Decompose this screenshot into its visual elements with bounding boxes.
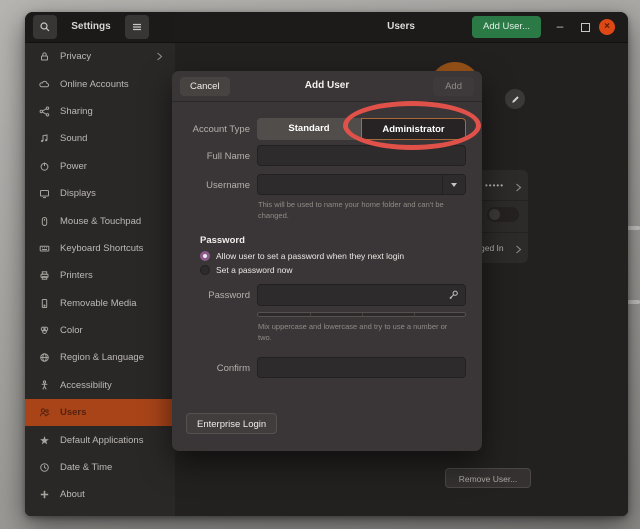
sidebar-item-displays[interactable]: Displays	[25, 180, 175, 207]
hamburger-icon	[131, 21, 143, 33]
sidebar-item-mouse-touchpad[interactable]: Mouse & Touchpad	[25, 207, 175, 234]
username-label: Username	[180, 180, 250, 191]
power-icon	[38, 160, 50, 172]
lock-icon	[38, 51, 50, 63]
sidebar-item-online-accounts[interactable]: Online Accounts	[25, 70, 175, 97]
password-hint-text: Mix uppercase and lowercase and try to u…	[258, 322, 460, 343]
add-user-button[interactable]: Add User...	[472, 16, 541, 38]
automatic-login-toggle[interactable]	[487, 207, 519, 222]
color-icon	[38, 325, 50, 337]
minimize-button[interactable]: –	[552, 12, 568, 42]
add-user-dialog: Cancel Add User Add Account Type Standar…	[172, 71, 482, 451]
sidebar-item-users[interactable]: Users	[25, 399, 175, 426]
cloud-icon	[38, 78, 50, 90]
full-name-label: Full Name	[180, 151, 250, 162]
users-icon	[38, 407, 50, 419]
sidebar-item-sharing[interactable]: Sharing	[25, 98, 175, 125]
removable-media-icon	[38, 297, 50, 309]
sidebar: Privacy Online Accounts Sharing Sound Po…	[25, 43, 175, 516]
radio-set-now[interactable]: Set a password now	[200, 265, 293, 275]
chevron-down-icon	[451, 183, 457, 187]
search-icon	[39, 21, 51, 33]
account-type-label: Account Type	[180, 124, 250, 135]
desktop-streak	[626, 300, 640, 304]
password-label: Password	[180, 290, 250, 301]
dialog-header: Cancel Add User Add	[172, 71, 482, 102]
remove-user-button[interactable]: Remove User...	[445, 468, 531, 488]
mouse-icon	[38, 215, 50, 227]
display-icon	[38, 188, 50, 200]
password-section-header: Password	[200, 235, 245, 246]
password-row-value: •••••	[485, 181, 504, 190]
sidebar-item-default-applications[interactable]: Default Applications	[25, 426, 175, 453]
printer-icon	[38, 270, 50, 282]
chevron-right-icon	[515, 179, 522, 197]
username-input[interactable]	[257, 174, 466, 195]
menu-button[interactable]	[125, 15, 149, 39]
generate-password-icon[interactable]	[448, 289, 460, 301]
sidebar-item-printers[interactable]: Printers	[25, 262, 175, 289]
sidebar-item-date-time[interactable]: Date & Time	[25, 454, 175, 481]
sidebar-titlebar: Settings	[25, 12, 175, 42]
page-title: Users	[301, 12, 501, 42]
dialog-title: Add User	[252, 71, 402, 101]
sidebar-item-removable-media[interactable]: Removable Media	[25, 290, 175, 317]
sidebar-item-accessibility[interactable]: Accessibility	[25, 372, 175, 399]
username-dropdown-button[interactable]	[442, 175, 465, 194]
cancel-button[interactable]: Cancel	[180, 77, 230, 96]
toggle-knob	[489, 209, 500, 220]
clock-icon	[38, 462, 50, 474]
maximize-button[interactable]	[581, 23, 590, 32]
radio-next-login[interactable]: Allow user to set a password when they n…	[200, 251, 404, 261]
radio-checked-icon	[200, 251, 210, 261]
sidebar-item-power[interactable]: Power	[25, 153, 175, 180]
share-icon	[38, 105, 50, 117]
music-note-icon	[38, 133, 50, 145]
password-input[interactable]	[257, 284, 466, 306]
search-button[interactable]	[33, 15, 57, 39]
logged-in-row-label: ged In	[480, 243, 504, 253]
sidebar-item-sound[interactable]: Sound	[25, 125, 175, 152]
confirm-input[interactable]	[257, 357, 466, 378]
app-title: Settings	[61, 12, 121, 42]
plus-icon	[38, 489, 50, 501]
settings-window: Settings Users Add User... – × Privacy O…	[25, 12, 628, 516]
sidebar-item-privacy[interactable]: Privacy	[25, 43, 175, 70]
sidebar-item-color[interactable]: Color	[25, 317, 175, 344]
add-button[interactable]: Add	[433, 77, 474, 96]
star-icon	[38, 434, 50, 446]
sidebar-item-about[interactable]: About	[25, 481, 175, 508]
radio-unchecked-icon	[200, 265, 210, 275]
sidebar-item-keyboard-shortcuts[interactable]: Keyboard Shortcuts	[25, 235, 175, 262]
edit-avatar-button[interactable]	[505, 89, 525, 109]
chevron-right-icon	[156, 48, 163, 66]
desktop-streak	[626, 226, 640, 230]
close-button[interactable]: ×	[599, 19, 615, 35]
accessibility-icon	[38, 379, 50, 391]
pencil-icon	[510, 94, 521, 105]
enterprise-login-button[interactable]: Enterprise Login	[186, 413, 277, 434]
titlebar: Settings Users Add User... – ×	[25, 12, 628, 43]
keyboard-icon	[38, 242, 50, 254]
confirm-label: Confirm	[180, 363, 250, 374]
password-strength-meter	[257, 312, 466, 317]
globe-icon	[38, 352, 50, 364]
sidebar-item-region-language[interactable]: Region & Language	[25, 344, 175, 371]
username-help-text: This will be used to name your home fold…	[258, 200, 460, 221]
chevron-right-icon	[515, 241, 522, 259]
annotation-ellipse	[343, 101, 481, 150]
